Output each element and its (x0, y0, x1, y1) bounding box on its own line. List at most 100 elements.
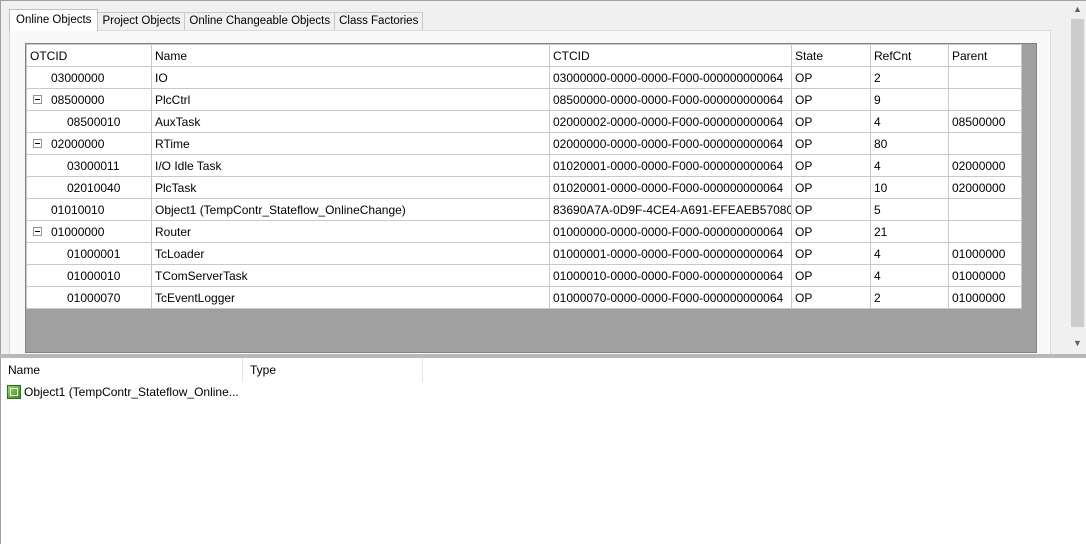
cell-otcid: 02000000 (26, 132, 152, 155)
column-header-refcnt[interactable]: RefCnt (870, 44, 949, 67)
cell-refcnt: 10 (870, 176, 949, 199)
otcid-text: 01000010 (67, 268, 121, 283)
cell-name: IO (151, 66, 550, 89)
cell-parent (948, 66, 1022, 89)
cell-state: OP (791, 110, 871, 133)
cell-name: TcEventLogger (151, 286, 550, 309)
tab-project-objects[interactable]: Project Objects (97, 12, 186, 31)
tab-online-objects[interactable]: Online Objects (9, 9, 99, 31)
cell-refcnt: 4 (870, 242, 949, 265)
cell-refcnt: 21 (870, 220, 949, 243)
table-row[interactable]: 02000000 RTime 02000000-0000-0000-F000-000… (26, 132, 1022, 155)
otcid-text: 02000000 (51, 136, 105, 151)
scrollbar-thumb[interactable] (1071, 19, 1084, 327)
table-row[interactable]: 01000001 TcLoader 01000001-0000-0000-F000-… (26, 242, 1022, 265)
details-column-type[interactable]: Type (243, 358, 423, 382)
cell-parent: 08500000 (948, 110, 1022, 133)
cell-otcid: 03000011 (26, 154, 152, 177)
details-header: Name Type (1, 358, 423, 382)
column-header-otcid[interactable]: OTCID (26, 44, 152, 67)
grid-header-row: OTCID Name CTCID State RefCnt Parent (26, 44, 1022, 67)
cell-parent (948, 88, 1022, 111)
otcid-text: 01010010 (51, 202, 105, 217)
cell-otcid: 01000070 (26, 286, 152, 309)
cell-refcnt: 5 (870, 198, 949, 221)
cell-otcid: 02010040 (26, 176, 152, 199)
table-row[interactable]: 03000000 IO 03000000-0000-0000-F000-000000… (26, 66, 1022, 89)
column-header-name[interactable]: Name (151, 44, 550, 67)
cell-otcid: 01000010 (26, 264, 152, 287)
cell-parent (948, 198, 1022, 221)
table-row[interactable]: 01000000 Router 01000000-0000-0000-F000-00… (26, 220, 1022, 243)
otcid-text: 02010040 (67, 180, 121, 195)
cell-name: AuxTask (151, 110, 550, 133)
cell-refcnt: 2 (870, 66, 949, 89)
column-header-parent[interactable]: Parent (948, 44, 1022, 67)
cell-otcid: 08500010 (26, 110, 152, 133)
cell-ctcid: 01020001-0000-0000-F000-000000000064 (549, 154, 792, 177)
table-row[interactable]: 03000011 I/O Idle Task 01020001-0000-0000-… (26, 154, 1022, 177)
online-objects-pane: Online Objects Project Objects Online Ch… (0, 0, 1086, 356)
cell-name: I/O Idle Task (151, 154, 550, 177)
cell-parent (948, 220, 1022, 243)
details-list-item[interactable]: Object1 (TempContr_Stateflow_Online... (7, 383, 239, 401)
table-row[interactable]: 02010040 PlcTask 01020001-0000-0000-F000-0… (26, 176, 1022, 199)
grid-body: 03000000 IO 03000000-0000-0000-F000-000000… (26, 66, 1022, 309)
cell-parent: 01000000 (948, 286, 1022, 309)
table-row[interactable]: 01000070 TcEventLogger 01000070-0000-0000-… (26, 286, 1022, 309)
cell-refcnt: 2 (870, 286, 949, 309)
vertical-scrollbar[interactable]: ▲ ▼ (1069, 1, 1086, 355)
cell-ctcid: 01000001-0000-0000-F000-000000000064 (549, 242, 792, 265)
cell-name: RTime (151, 132, 550, 155)
cell-ctcid: 02000000-0000-0000-F000-000000000064 (549, 132, 792, 155)
otcid-text: 08500010 (67, 114, 121, 129)
otcid-text: 01000000 (51, 224, 105, 239)
cell-otcid: 01010010 (26, 198, 152, 221)
cell-parent: 02000000 (948, 176, 1022, 199)
cell-state: OP (791, 264, 871, 287)
table-row[interactable]: 08500000 PlcCtrl 08500000-0000-0000-F000-0… (26, 88, 1022, 111)
cell-ctcid: 01020001-0000-0000-F000-000000000064 (549, 176, 792, 199)
chevron-up-icon[interactable]: ▲ (1069, 1, 1086, 18)
cell-parent: 01000000 (948, 264, 1022, 287)
cell-state: OP (791, 66, 871, 89)
cell-parent: 01000000 (948, 242, 1022, 265)
cell-state: OP (791, 176, 871, 199)
cell-refcnt: 9 (870, 88, 949, 111)
chevron-down-icon[interactable]: ▼ (1069, 335, 1086, 352)
cell-state: OP (791, 220, 871, 243)
table-row[interactable]: 08500010 AuxTask 02000002-0000-0000-F000-0… (26, 110, 1022, 133)
details-column-name[interactable]: Name (1, 358, 243, 382)
tab-strip: Online Objects Project Objects Online Ch… (9, 9, 424, 31)
details-item-name: Object1 (TempContr_Stateflow_Online... (24, 385, 239, 399)
collapse-icon[interactable] (33, 227, 42, 236)
cell-name: PlcCtrl (151, 88, 550, 111)
cell-ctcid: 02000002-0000-0000-F000-000000000064 (549, 110, 792, 133)
column-header-state[interactable]: State (791, 44, 871, 67)
cell-name: TcLoader (151, 242, 550, 265)
cell-otcid: 03000000 (26, 66, 152, 89)
cell-ctcid: 08500000-0000-0000-F000-000000000064 (549, 88, 792, 111)
table-row[interactable]: 01010010 Object1 (TempContr_Stateflow_Onl… (26, 198, 1022, 221)
otcid-text: 03000000 (51, 70, 105, 85)
cell-name: Object1 (TempContr_Stateflow_OnlineChang… (151, 198, 550, 221)
cell-otcid: 08500000 (26, 88, 152, 111)
cell-refcnt: 4 (870, 154, 949, 177)
otcid-text: 01000070 (67, 290, 121, 305)
object-icon (7, 385, 21, 399)
cell-refcnt: 80 (870, 132, 949, 155)
otcid-text: 01000001 (67, 246, 121, 261)
otcid-text: 08500000 (51, 92, 105, 107)
column-header-ctcid[interactable]: CTCID (549, 44, 792, 67)
cell-otcid: 01000001 (26, 242, 152, 265)
cell-name: PlcTask (151, 176, 550, 199)
tab-online-changeable-objects[interactable]: Online Changeable Objects (184, 12, 336, 31)
cell-parent (948, 132, 1022, 155)
cell-ctcid: 01000010-0000-0000-F000-000000000064 (549, 264, 792, 287)
cell-ctcid: 83690A7A-0D9F-4CE4-A691-EFEAEB57080F (549, 198, 792, 221)
collapse-icon[interactable] (33, 95, 42, 104)
collapse-icon[interactable] (33, 139, 42, 148)
cell-ctcid: 01000070-0000-0000-F000-000000000064 (549, 286, 792, 309)
table-row[interactable]: 01000010 TComServerTask 01000010-0000-0000… (26, 264, 1022, 287)
tab-class-factories[interactable]: Class Factories (334, 12, 424, 31)
